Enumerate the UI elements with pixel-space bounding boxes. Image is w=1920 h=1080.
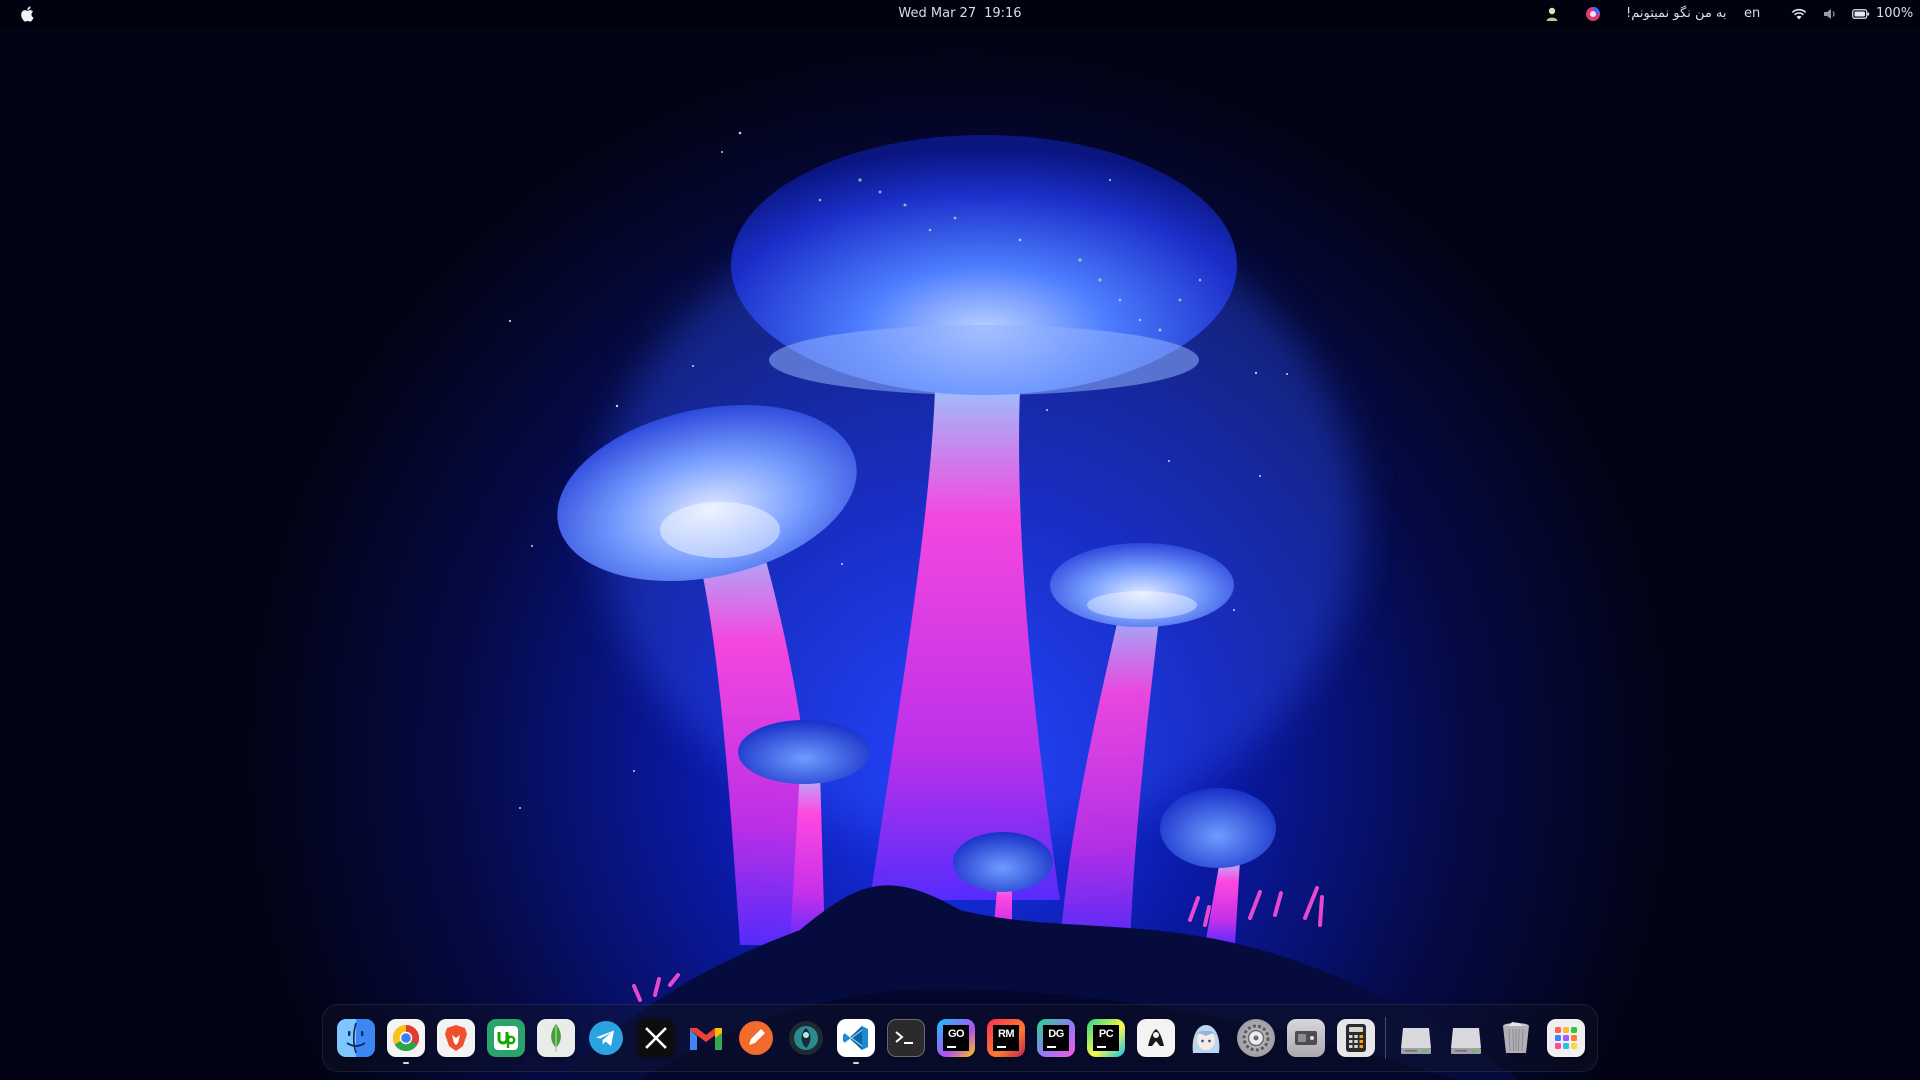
jetbrains-underline xyxy=(1047,1046,1056,1048)
chrome-icon xyxy=(392,1024,420,1052)
calculator-icon xyxy=(1346,1024,1366,1052)
drive-icon xyxy=(1401,1028,1431,1054)
running-indicator xyxy=(853,1062,859,1064)
dock-item-drive-2[interactable] xyxy=(1447,1019,1485,1057)
postman-icon xyxy=(1148,1029,1164,1046)
dock-item-calculator[interactable] xyxy=(1337,1019,1375,1057)
dock-item-pycharm[interactable]: PC xyxy=(1087,1019,1125,1057)
colorful-circle-icon xyxy=(1586,7,1600,21)
x-icon xyxy=(645,1027,667,1049)
user-figure-icon xyxy=(1546,7,1558,21)
clock-date[interactable]: Wed Mar 27 xyxy=(898,6,976,21)
pycharm-icon: PC xyxy=(1093,1025,1119,1051)
dock-item-mongodb[interactable] xyxy=(537,1019,575,1057)
dock-item-screen-recorder[interactable] xyxy=(1287,1019,1325,1057)
wifi-icon[interactable] xyxy=(1791,0,1807,28)
volume-icon[interactable] xyxy=(1823,0,1837,28)
globe-icon xyxy=(789,1021,823,1055)
goland-icon: GO xyxy=(943,1025,969,1051)
datagrip-icon: DG xyxy=(1043,1025,1069,1051)
dock-item-drive-1[interactable] xyxy=(1397,1019,1435,1057)
dock-item-terminal[interactable] xyxy=(887,1019,925,1057)
pen-icon xyxy=(739,1021,773,1055)
dock-item-pen-app[interactable] xyxy=(737,1019,775,1057)
terminal-icon xyxy=(895,1031,913,1044)
dock-item-postman[interactable] xyxy=(1137,1019,1175,1057)
vscode-icon xyxy=(843,1026,868,1050)
dock-item-gmail[interactable] xyxy=(687,1019,725,1057)
dock: GO RM DG PC xyxy=(322,1004,1598,1072)
keyboard-language-indicator[interactable]: en xyxy=(1744,0,1760,28)
dock-item-rubymine[interactable]: RM xyxy=(987,1019,1025,1057)
dock-item-brave[interactable] xyxy=(437,1019,475,1057)
pycharm-label: PC xyxy=(1098,1028,1114,1040)
mongodb-icon xyxy=(551,1024,561,1052)
goland-label: GO xyxy=(947,1028,965,1040)
jetbrains-underline xyxy=(1097,1046,1106,1048)
dock-item-finder[interactable] xyxy=(337,1019,375,1057)
upwork-icon xyxy=(494,1026,518,1050)
battery-percentage[interactable]: 100% xyxy=(1876,0,1913,28)
drive-icon xyxy=(1451,1028,1481,1054)
dock-item-launchpad[interactable] xyxy=(1547,1019,1585,1057)
clock-time[interactable]: 19:16 xyxy=(984,6,1021,21)
datagrip-label: DG xyxy=(1048,1028,1064,1040)
dock-item-anime-app[interactable] xyxy=(1187,1019,1225,1057)
jetbrains-underline xyxy=(997,1046,1006,1048)
dock-item-chrome[interactable] xyxy=(387,1019,425,1064)
battery-icon[interactable] xyxy=(1852,0,1870,28)
desktop-wallpaper xyxy=(0,0,1920,1080)
telegram-icon xyxy=(589,1021,623,1055)
dock-item-upwork[interactable] xyxy=(487,1019,525,1057)
finder-icon xyxy=(346,1022,366,1054)
screen-recorder-icon xyxy=(1295,1031,1317,1045)
apple-logo-icon[interactable] xyxy=(19,5,37,23)
anime-avatar-icon xyxy=(1192,1025,1220,1053)
gmail-icon xyxy=(690,1028,722,1050)
dock-item-system-settings[interactable] xyxy=(1237,1019,1275,1057)
trash-icon xyxy=(1503,1022,1529,1053)
rubymine-label: RM xyxy=(997,1028,1015,1040)
rubymine-icon: RM xyxy=(993,1025,1019,1051)
top-menu-bar: Wed Mar 27 19:16 به من نگو نمیتونم! en 1… xyxy=(0,0,1920,28)
tray-status-message[interactable]: به من نگو نمیتونم! xyxy=(1626,0,1727,28)
dock-item-x[interactable] xyxy=(637,1019,675,1057)
dock-item-browser[interactable] xyxy=(787,1019,825,1057)
dock-separator xyxy=(1385,1017,1386,1059)
dock-item-trash[interactable] xyxy=(1497,1019,1535,1057)
running-indicator xyxy=(403,1062,409,1064)
launchpad-icon xyxy=(1555,1027,1577,1049)
brave-icon xyxy=(445,1025,467,1051)
status-app-icon[interactable] xyxy=(1585,0,1601,28)
dock-item-datagrip[interactable]: DG xyxy=(1037,1019,1075,1057)
dock-item-telegram[interactable] xyxy=(587,1019,625,1057)
settings-icon xyxy=(1242,1024,1270,1052)
dock-item-vscode[interactable] xyxy=(837,1019,875,1064)
dock-item-goland[interactable]: GO xyxy=(937,1019,975,1057)
user-status-icon[interactable] xyxy=(1544,0,1560,28)
jetbrains-underline xyxy=(947,1046,956,1048)
